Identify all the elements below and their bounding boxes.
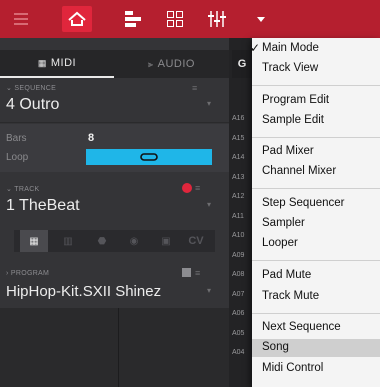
row-label: A16 — [232, 115, 245, 122]
loop-icon — [140, 153, 158, 161]
row-label: A10 — [232, 232, 245, 239]
row-label: A06 — [232, 310, 245, 317]
bars-icon — [125, 11, 141, 27]
mode-menu: ✓ Main Mode Track View Program Edit Samp… — [250, 38, 380, 387]
tab-bar: ▦ MIDI ⫸ AUDIO — [0, 50, 229, 78]
loop-toggle[interactable] — [86, 149, 212, 165]
menu-item-looper[interactable]: Looper — [252, 235, 380, 253]
bottom-pane — [0, 308, 229, 387]
program-menu-icon[interactable]: ≡ — [195, 268, 200, 278]
sequence-name[interactable]: 4 Outro — [6, 96, 59, 114]
sequence-menu-icon[interactable]: ≡ — [192, 83, 197, 93]
menu-item-step-sequencer[interactable]: Step Sequencer — [252, 195, 380, 213]
menu-item-program-edit[interactable]: Program Edit — [252, 92, 380, 110]
tab-audio-label: AUDIO — [157, 58, 195, 70]
caret-down-icon — [257, 16, 265, 22]
top-toolbar — [0, 0, 380, 38]
menu-item-main-mode[interactable]: ✓ Main Mode — [250, 40, 380, 58]
grid-small-icon: ▦ — [37, 57, 47, 68]
track-dropdown-icon[interactable]: ▾ — [207, 200, 211, 209]
checkmark-icon: ✓ — [250, 41, 261, 55]
drum-track-icon[interactable]: ▦ — [20, 230, 48, 252]
menu-item-channel-mixer[interactable]: Channel Mixer — [252, 163, 380, 181]
menu-divider — [252, 313, 380, 314]
menu-divider — [252, 85, 380, 86]
hamburger-icon — [14, 13, 28, 25]
mode-dropdown-button[interactable] — [254, 6, 268, 32]
bars-value[interactable]: 8 — [88, 132, 94, 144]
bars-label: Bars — [6, 133, 27, 144]
program-dropdown-icon[interactable]: ▾ — [207, 286, 211, 295]
menu-divider — [252, 137, 380, 138]
menu-divider — [252, 260, 380, 261]
tab-grid[interactable]: G — [232, 50, 252, 78]
divider — [118, 308, 119, 387]
program-section-label: › PROGRAM — [6, 270, 50, 277]
row-label: A09 — [232, 251, 245, 259]
sequence-dropdown-icon[interactable]: ▾ — [207, 99, 211, 108]
clip-icon[interactable]: ▣ — [152, 230, 180, 252]
divider — [0, 122, 229, 123]
track-section-label: ⌄ TRACK — [6, 186, 40, 193]
row-label: A05 — [232, 329, 245, 337]
waveform-icon: ⫸ — [148, 58, 154, 69]
track-name[interactable]: 1 TheBeat — [6, 197, 80, 215]
cv-button[interactable]: CV — [182, 230, 210, 252]
menu-item-sample-edit[interactable]: Sample Edit — [252, 112, 380, 130]
program-name[interactable]: HipHop-Kit.SXII Shinez — [6, 283, 161, 300]
tab-midi-label: MIDI — [50, 57, 77, 69]
menu-divider — [252, 188, 380, 189]
menu-item-track-view[interactable]: Track View — [252, 60, 380, 78]
menu-item-pad-mute[interactable]: Pad Mute — [252, 267, 380, 285]
row-label: A12 — [232, 193, 245, 200]
menu-item-midi-control[interactable]: Midi Control — [252, 360, 380, 378]
plugin-icon[interactable]: ⬣ — [88, 230, 116, 252]
loop-label: Loop — [6, 152, 29, 163]
row-label: A04 — [232, 349, 245, 356]
row-label: A15 — [232, 134, 245, 142]
mixer-button[interactable] — [206, 6, 228, 32]
program-edit-icon[interactable] — [182, 268, 191, 277]
sliders-icon — [208, 11, 226, 27]
main-mode-button[interactable] — [62, 6, 92, 32]
record-arm-icon[interactable] — [182, 183, 192, 193]
row-label: A14 — [232, 154, 245, 161]
menu-button[interactable] — [8, 6, 34, 32]
row-label: A07 — [232, 290, 245, 298]
menu-item-next-sequence[interactable]: Next Sequence — [252, 319, 380, 337]
menu-item-track-mute[interactable]: Track Mute — [252, 288, 380, 306]
row-label: A11 — [232, 212, 244, 220]
menu-item-sampler[interactable]: Sampler — [252, 215, 380, 233]
house-icon — [68, 11, 86, 26]
menu-item-pad-mixer[interactable]: Pad Mixer — [252, 143, 380, 161]
pad-view-button[interactable] — [164, 6, 186, 32]
grid-icon — [167, 11, 183, 27]
track-view-button[interactable] — [122, 6, 144, 32]
sequence-section-label: ⌄ SEQUENCE — [6, 85, 57, 92]
midi-icon[interactable]: ◉ — [120, 230, 148, 252]
tab-midi[interactable]: ▦ MIDI — [0, 50, 114, 78]
keygroup-icon[interactable]: ▥ — [54, 230, 82, 252]
track-type-row: ▦ ▥ ⬣ ◉ ▣ CV — [14, 230, 215, 252]
row-label: A13 — [232, 173, 245, 181]
track-menu-icon[interactable]: ≡ — [195, 183, 200, 193]
menu-item-song[interactable]: Song — [252, 339, 380, 357]
tab-audio[interactable]: ⫸ AUDIO — [114, 50, 229, 78]
row-label: A08 — [232, 271, 245, 278]
